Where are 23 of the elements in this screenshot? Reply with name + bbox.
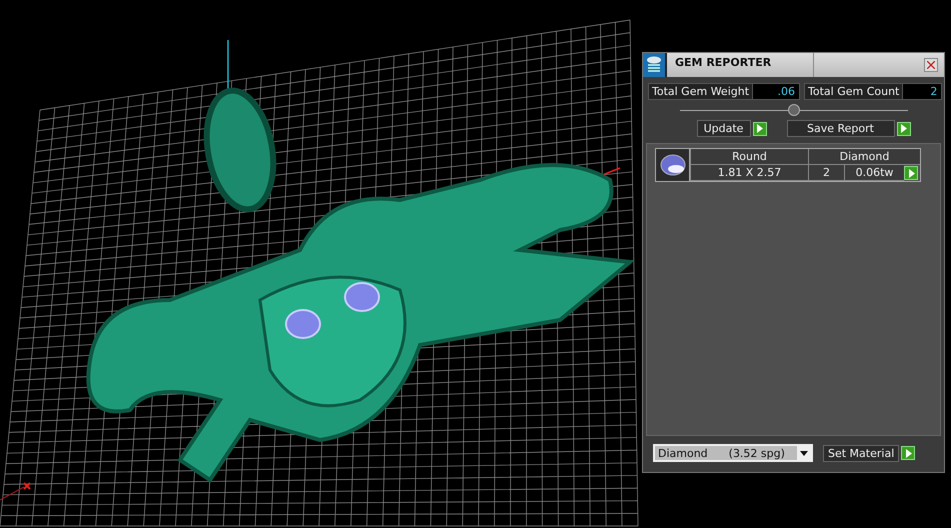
play-icon [908, 168, 914, 178]
window-title: GEM REPORTER [667, 53, 814, 77]
axis-marker-icon [23, 482, 31, 490]
caret-icon [800, 450, 808, 456]
play-icon [900, 124, 907, 133]
play-icon [904, 448, 912, 458]
splitter-handle[interactable] [788, 104, 800, 116]
gem-weight: 0.06tw [844, 165, 904, 181]
total-value: 2 [903, 84, 942, 99]
gem-count: 2 [808, 165, 844, 181]
close-icon [927, 61, 935, 69]
gem-size: 1.81 X 2.57 [690, 165, 808, 181]
gem-icon [658, 152, 686, 178]
gem-row[interactable]: Round Diamond 1.81 X 2.57 2 0.06tw [655, 148, 921, 182]
play-icon [756, 124, 763, 133]
material-dropdown[interactable]: Diamond (3.52 spg) [653, 444, 813, 462]
total-value: .06 [753, 84, 800, 99]
gem-material: Diamond [808, 149, 920, 165]
gem-shape: Round [690, 149, 808, 165]
gem-details-button[interactable] [904, 166, 918, 180]
x-axis-line [0, 486, 24, 500]
gem-list-icon [645, 55, 663, 75]
close-button[interactable] [924, 58, 938, 72]
